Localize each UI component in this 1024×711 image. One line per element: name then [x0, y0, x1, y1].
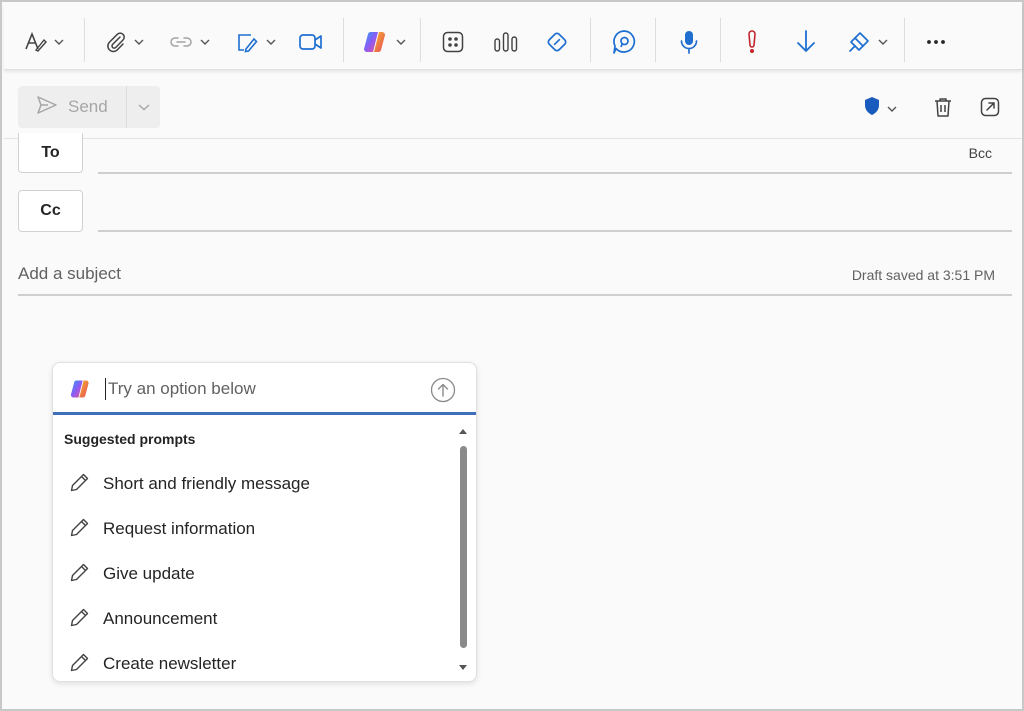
high-importance-button[interactable] — [743, 26, 761, 58]
scroll-down-arrow-icon[interactable] — [459, 665, 467, 670]
chevron-down-icon — [878, 38, 888, 46]
send-label: Send — [68, 97, 108, 116]
high-importance-icon — [743, 29, 761, 55]
pencil-icon — [69, 471, 91, 498]
prompt-label: Announcement — [103, 609, 218, 628]
bcc-button[interactable]: Bcc — [969, 145, 992, 161]
copilot-prompt-input[interactable]: Try an option below — [105, 378, 256, 400]
link-icon — [168, 30, 194, 54]
apps-button[interactable] — [441, 26, 465, 58]
teams-meeting-button[interactable] — [298, 26, 324, 58]
pencil-icon — [69, 561, 91, 588]
copilot-icon — [69, 378, 93, 405]
toolbar-divider — [590, 18, 591, 62]
editor-button[interactable] — [544, 26, 570, 58]
sensitivity-button[interactable] — [846, 26, 888, 58]
copilot-submit-button[interactable] — [430, 377, 456, 408]
cc-button[interactable]: Cc — [18, 190, 83, 232]
toolbar-divider — [904, 18, 905, 62]
sensitivity-icon — [846, 29, 872, 55]
chevron-down-icon — [396, 38, 406, 46]
pop-out-icon — [979, 96, 1001, 123]
input-focus-underline — [53, 412, 476, 415]
more-options-button[interactable] — [924, 26, 948, 58]
prompt-item[interactable]: Create newsletter — [69, 650, 236, 678]
send-options-button[interactable] — [127, 86, 160, 128]
copilot-input-row: Try an option below — [53, 363, 476, 415]
pencil-icon — [69, 651, 91, 678]
prompt-label: Request information — [103, 519, 256, 538]
chevron-down-icon — [54, 38, 64, 46]
shield-icon — [863, 96, 881, 121]
encrypt-button[interactable] — [863, 96, 897, 121]
toolbar-divider — [84, 18, 85, 62]
to-label: To — [41, 143, 60, 161]
toolbar-divider — [420, 18, 421, 62]
prompt-label: Give update — [103, 564, 195, 583]
prompt-item[interactable]: Give update — [69, 560, 195, 588]
signature-button[interactable] — [234, 26, 276, 58]
format-text-icon — [22, 29, 48, 55]
link-button[interactable] — [168, 26, 210, 58]
apps-icon — [441, 30, 465, 54]
scroll-up-arrow-icon[interactable] — [459, 429, 467, 434]
subject-underline — [18, 294, 1012, 296]
chevron-down-icon — [134, 38, 144, 46]
pop-out-button[interactable] — [979, 96, 1001, 123]
chevron-down-icon — [266, 38, 276, 46]
copilot-icon — [362, 29, 390, 55]
signature-icon — [234, 29, 260, 55]
dictate-button[interactable] — [678, 26, 700, 58]
viva-icon — [610, 28, 638, 56]
dictate-icon — [678, 29, 700, 55]
draft-status: Draft saved at 3:51 PM — [851, 267, 995, 283]
prompt-item[interactable]: Announcement — [69, 605, 217, 633]
copilot-panel: Try an option below Suggested prompts Sh… — [52, 362, 477, 682]
send-icon — [36, 95, 58, 120]
trash-icon — [932, 96, 954, 123]
compose-window: Send To Bcc Cc Add a subject Draft saved… — [0, 0, 1024, 711]
cc-field[interactable] — [98, 230, 1012, 232]
prompt-item[interactable]: Short and friendly message — [69, 470, 310, 498]
toolbar-divider — [720, 18, 721, 62]
format-text-button[interactable] — [22, 26, 64, 58]
low-importance-icon — [794, 29, 818, 55]
chevron-down-icon — [138, 98, 150, 116]
suggested-prompts-heading: Suggested prompts — [64, 431, 196, 447]
discard-button[interactable] — [932, 96, 954, 123]
to-field[interactable] — [98, 172, 1012, 174]
poll-icon — [492, 30, 520, 54]
pencil-icon — [69, 516, 91, 543]
pencil-icon — [69, 606, 91, 633]
prompt-label: Short and friendly message — [103, 474, 310, 493]
more-options-icon — [924, 38, 948, 46]
divider — [4, 138, 1022, 139]
attach-file-icon — [104, 30, 128, 54]
subject-input[interactable]: Add a subject — [18, 264, 121, 284]
low-importance-button[interactable] — [794, 26, 818, 58]
chevron-down-icon — [200, 38, 210, 46]
chevron-down-icon — [887, 100, 897, 118]
toolbar-divider — [655, 18, 656, 62]
prompts-scrollbar[interactable] — [457, 425, 469, 675]
toolbar-divider — [343, 18, 344, 62]
send-button[interactable]: Send — [18, 86, 126, 128]
teams-meeting-icon — [298, 31, 324, 53]
prompt-item[interactable]: Request information — [69, 515, 255, 543]
editor-icon — [544, 29, 570, 55]
send-button-group: Send — [18, 86, 160, 128]
attach-file-button[interactable] — [104, 26, 144, 58]
poll-button[interactable] — [492, 26, 520, 58]
cc-label: Cc — [40, 202, 61, 219]
scrollbar-thumb[interactable] — [460, 446, 467, 648]
prompt-label: Create newsletter — [103, 654, 237, 673]
to-button[interactable]: To — [18, 133, 83, 173]
viva-button[interactable] — [610, 26, 638, 58]
copilot-button[interactable] — [362, 26, 406, 58]
ribbon-toolbar — [4, 4, 1022, 70]
